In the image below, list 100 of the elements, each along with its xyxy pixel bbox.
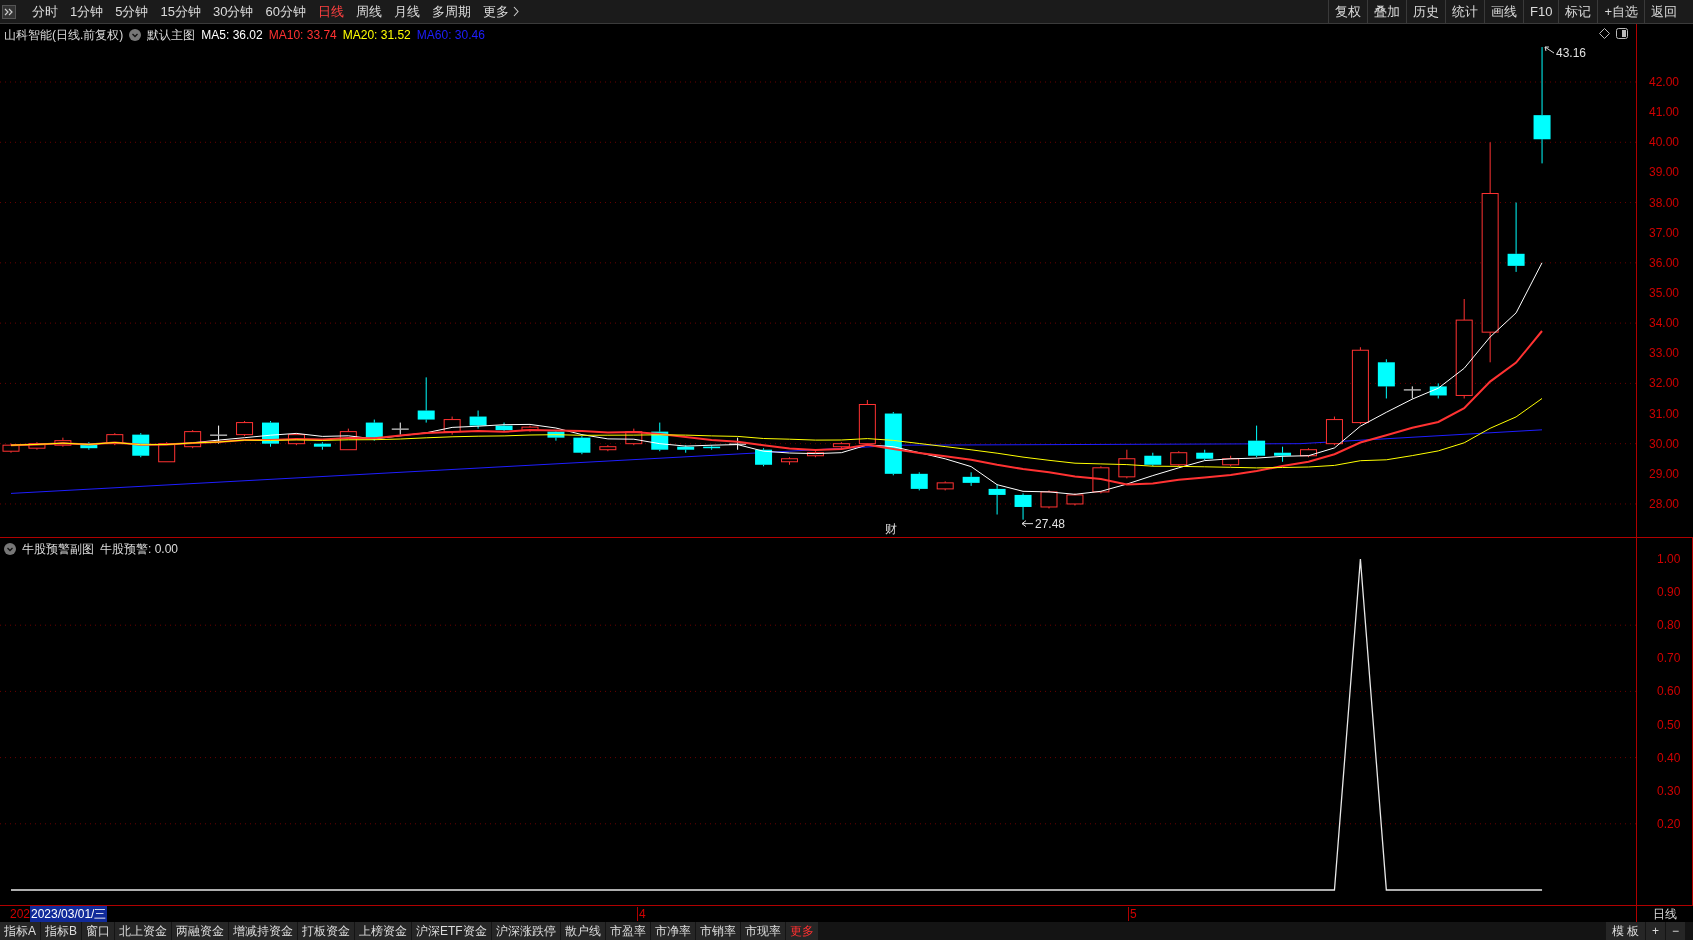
- candlestick: [158, 441, 176, 463]
- candlestick: [1014, 492, 1032, 521]
- indicator-tab[interactable]: 市销率: [695, 922, 740, 940]
- chevron-down-icon[interactable]: [4, 543, 16, 555]
- period-tab[interactable]: 分时: [26, 0, 64, 23]
- candlestick: [365, 419, 383, 442]
- candlestick: [806, 450, 824, 458]
- price-tick: 39.00: [1649, 165, 1680, 180]
- candlestick: [1118, 449, 1136, 479]
- candlestick: [573, 435, 591, 455]
- period-tab[interactable]: 周线: [349, 0, 388, 23]
- indicator-tab[interactable]: 指标B: [41, 922, 82, 940]
- indicator-tab[interactable]: 市盈率: [605, 922, 650, 940]
- candlestick: [132, 432, 150, 458]
- indicator-title[interactable]: 牛股预警副图: [22, 540, 94, 558]
- indicator-name[interactable]: 默认主图: [147, 26, 196, 44]
- candlestick: [106, 432, 124, 446]
- panel-icon[interactable]: [1616, 28, 1628, 39]
- price-tick: 35.00: [1649, 285, 1680, 300]
- candlestick: [287, 432, 305, 446]
- toolbar-button[interactable]: 标记: [1558, 0, 1598, 23]
- candlestick: [936, 480, 954, 491]
- candlestick: [1507, 202, 1525, 273]
- price-tick: 36.00: [1649, 255, 1680, 270]
- indicator-tab[interactable]: 市现率: [740, 922, 785, 940]
- candlestick: [1248, 425, 1266, 458]
- candlestick: [1300, 447, 1317, 458]
- toolbar-button[interactable]: F10: [1523, 0, 1559, 23]
- candlestick: [858, 399, 876, 446]
- toolbar-button[interactable]: +自选: [1597, 0, 1644, 23]
- indicator-tab[interactable]: 增减持资金: [229, 922, 298, 940]
- value-tick: 1.00: [1657, 552, 1681, 566]
- price-tick: 29.00: [1649, 466, 1680, 481]
- cursor-date: 2023/03/01/三: [30, 906, 108, 922]
- month-label: 5: [1128, 907, 1137, 921]
- toolbar-button[interactable]: 画线: [1484, 0, 1523, 23]
- period-tab[interactable]: 1分钟: [64, 0, 110, 23]
- toolbar-button[interactable]: 统计: [1445, 0, 1484, 23]
- value-tick: 0.50: [1657, 717, 1681, 732]
- indicator-tab[interactable]: 窗口: [82, 922, 115, 940]
- indicator-tab[interactable]: 沪深涨跌停: [491, 922, 560, 940]
- candlestick: [80, 441, 98, 451]
- candlestick: [755, 447, 773, 467]
- indicator-tab[interactable]: 两融资金: [172, 922, 229, 940]
- period-tab[interactable]: 月线: [387, 0, 426, 23]
- indicator-tab[interactable]: 沪深ETF资金: [412, 922, 491, 940]
- indicator-tab[interactable]: 更多: [785, 922, 818, 940]
- price-tick: 40.00: [1649, 135, 1680, 150]
- template-button[interactable]: −: [1666, 922, 1685, 940]
- indicator-tab[interactable]: 散户线: [560, 922, 605, 940]
- candlestick: [417, 376, 435, 424]
- chevron-down-icon[interactable]: [129, 29, 142, 41]
- diamond-icon[interactable]: [1599, 28, 1610, 39]
- candlestick: [884, 411, 902, 476]
- candlestick: [1196, 449, 1214, 461]
- indicator-tab[interactable]: 打板资金: [298, 922, 355, 940]
- more-button[interactable]: 更多: [476, 0, 525, 23]
- price-tick: 28.00: [1649, 496, 1680, 511]
- price-tick: 32.00: [1649, 376, 1680, 391]
- indicator-tab[interactable]: 北上资金: [115, 922, 172, 940]
- event-marker[interactable]: 财: [885, 522, 897, 536]
- collapse-icon[interactable]: [2, 4, 16, 19]
- high-price-label: 43.16: [1556, 46, 1587, 61]
- indicator-reading: 牛股预警: 0.00: [100, 541, 179, 558]
- indicator-tab[interactable]: 上榜资金: [355, 922, 412, 940]
- price-tick: 30.00: [1649, 436, 1680, 451]
- price-tick: 38.00: [1649, 195, 1680, 210]
- candlestick: [1403, 385, 1421, 399]
- candlestick: [988, 483, 1006, 515]
- period-tab[interactable]: 5分钟: [109, 0, 155, 23]
- toolbar-button[interactable]: 复权: [1328, 0, 1367, 23]
- moving-average-reading: MA5: 36.02: [201, 27, 263, 44]
- period-tab[interactable]: 日线: [311, 0, 350, 23]
- candlestick: [677, 444, 695, 454]
- toolbar-button[interactable]: 返回: [1644, 0, 1683, 23]
- low-price-label: 27.48: [1035, 516, 1066, 531]
- period-tab[interactable]: 多周期: [425, 0, 477, 23]
- candlestick: [547, 429, 565, 442]
- period-tab[interactable]: 15分钟: [154, 0, 207, 23]
- candlestick: [599, 444, 617, 452]
- template-button[interactable]: +: [1645, 922, 1665, 940]
- price-tick: 31.00: [1649, 406, 1680, 421]
- price-tick: 34.00: [1649, 316, 1680, 331]
- candlestick: [1066, 492, 1084, 506]
- candlestick: [1325, 416, 1343, 446]
- candlestick: [962, 471, 980, 487]
- arrow-icon: [1021, 520, 1034, 528]
- value-tick: 0.60: [1657, 684, 1681, 699]
- candlestick: [391, 422, 409, 436]
- indicator-tab[interactable]: 市净率: [650, 922, 695, 940]
- toolbar-button[interactable]: 叠加: [1367, 0, 1406, 23]
- candlestick: [521, 425, 539, 433]
- period-tab[interactable]: 60分钟: [259, 0, 312, 23]
- period-tab[interactable]: 30分钟: [206, 0, 260, 23]
- indicator-tab[interactable]: 指标A: [0, 922, 40, 940]
- month-label: 4: [637, 907, 646, 921]
- candlestick: [1092, 465, 1110, 494]
- template-button[interactable]: 模 板: [1605, 922, 1645, 940]
- candlestick: [1377, 358, 1395, 399]
- toolbar-button[interactable]: 历史: [1406, 0, 1445, 23]
